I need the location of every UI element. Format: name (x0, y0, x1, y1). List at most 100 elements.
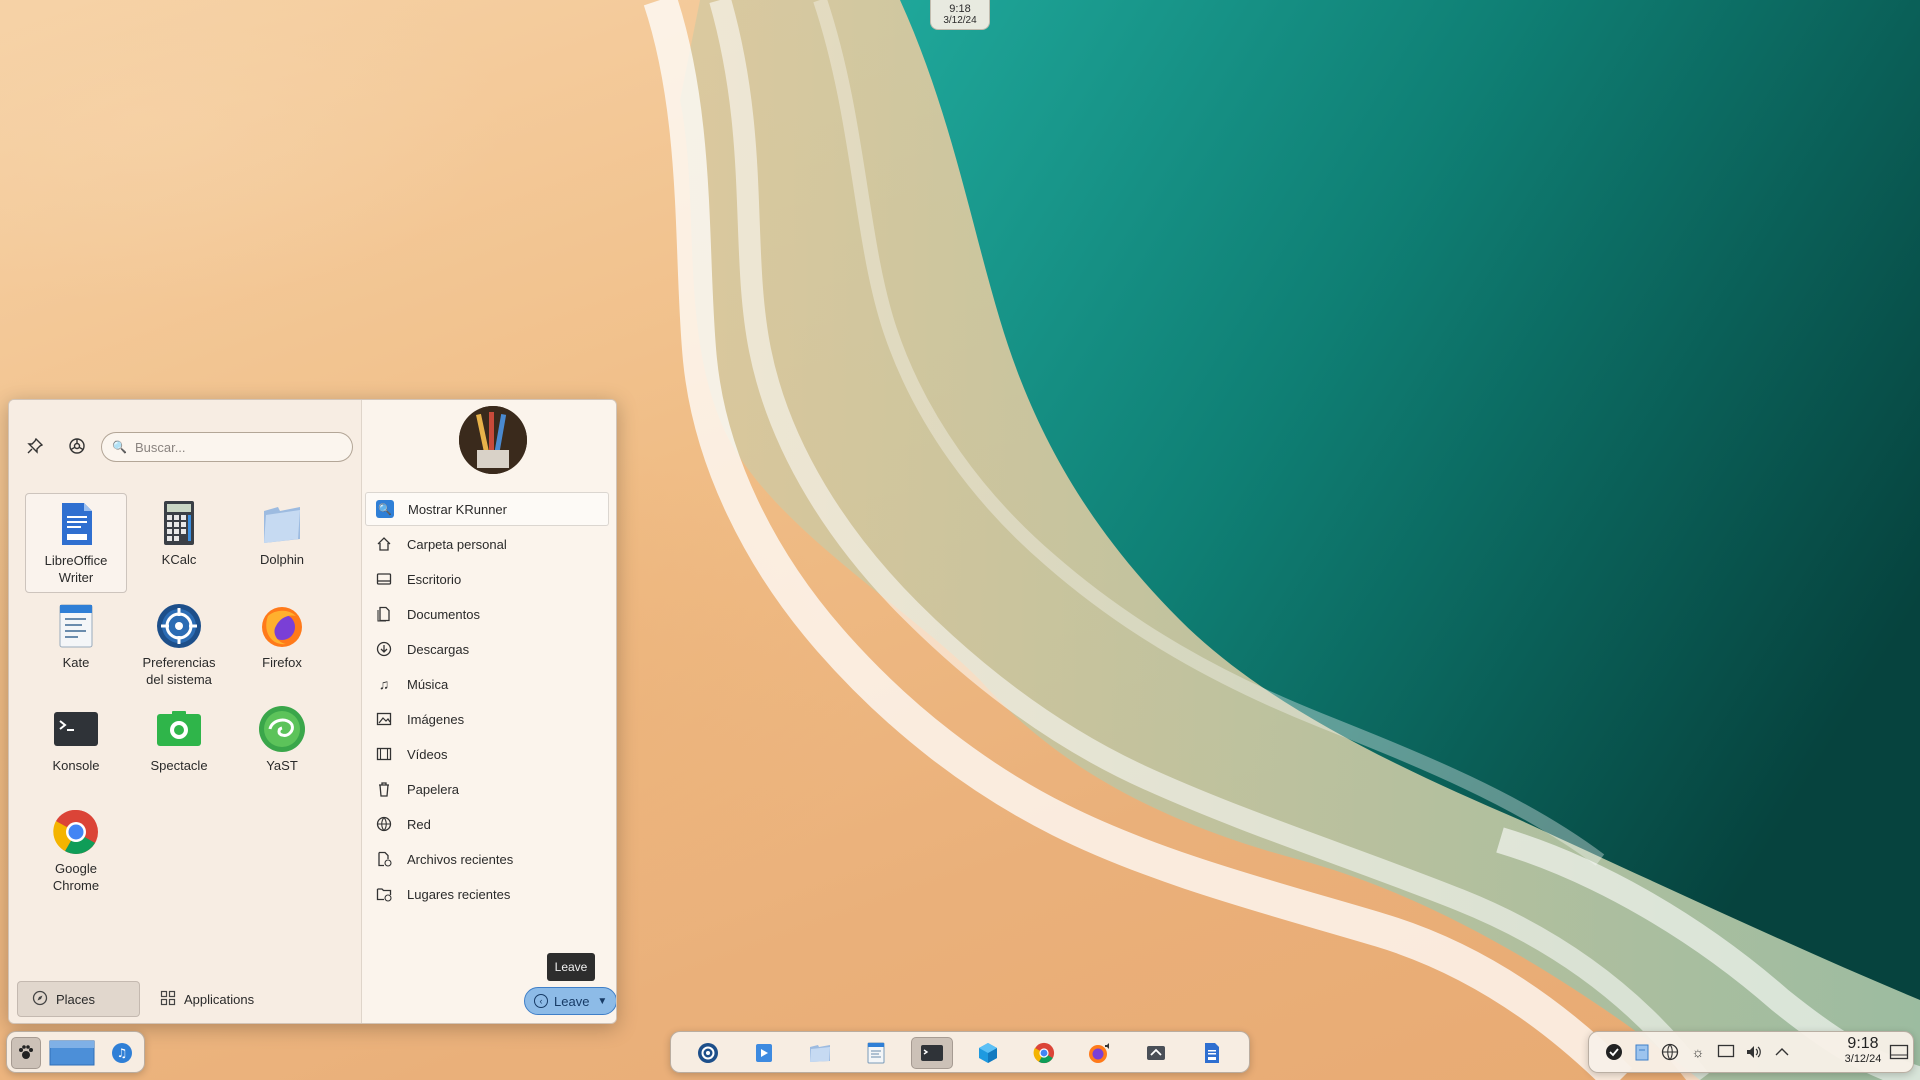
pager-widget[interactable] (47, 1037, 97, 1069)
tab-places[interactable]: Places (17, 981, 140, 1017)
leave-button[interactable]: ‹ Leave ▼ (524, 987, 616, 1015)
svg-text:♫: ♫ (117, 1046, 128, 1060)
app-label: Kate (62, 655, 90, 670)
downloads-icon (375, 640, 393, 658)
task-virtualbox[interactable] (967, 1037, 1009, 1069)
app-firefox[interactable]: Firefox (231, 596, 333, 696)
libreoffice-writer-icon (1205, 1043, 1219, 1063)
display-icon[interactable] (1715, 1041, 1737, 1063)
chrome-icon (1033, 1042, 1055, 1064)
app-label: Preferencias del sistema (142, 655, 216, 687)
pin-icon[interactable] (21, 432, 49, 460)
place-home[interactable]: Carpeta personal (365, 527, 609, 561)
app-libreoffice-writer[interactable]: LibreOffice Writer (25, 493, 127, 593)
search-field[interactable]: 🔍 (101, 432, 353, 462)
app-konsole[interactable]: Konsole (25, 699, 127, 799)
volume-icon[interactable] (1743, 1041, 1765, 1063)
place-pictures[interactable]: Imágenes (365, 702, 609, 736)
place-label: Lugares recientes (407, 886, 511, 902)
task-libreoffice-writer[interactable] (1191, 1037, 1233, 1069)
place-downloads[interactable]: Descargas (365, 632, 609, 666)
leave-tooltip: Leave (547, 953, 595, 981)
app-kcalc[interactable]: KCalc (128, 493, 230, 593)
tab-applications[interactable]: Applications (146, 981, 266, 1017)
task-kate[interactable] (855, 1037, 897, 1069)
home-icon (375, 535, 393, 553)
clock-date: 3/12/24 (1844, 1053, 1882, 1065)
place-music[interactable]: ♫ Música (365, 667, 609, 701)
chevron-down-icon: ▼ (597, 995, 608, 1007)
compass-icon (32, 990, 48, 1009)
system-settings-icon (155, 602, 203, 650)
place-network[interactable]: Red (365, 807, 609, 841)
show-desktop-icon[interactable] (1887, 1041, 1911, 1063)
system-clock[interactable]: 9:18 3/12/24 (1833, 1035, 1893, 1066)
place-label: Vídeos (407, 746, 448, 762)
place-desktop[interactable]: Escritorio (365, 562, 609, 596)
place-documents[interactable]: Documentos (365, 597, 609, 631)
app-label: Konsole (52, 758, 100, 773)
top-clock-time: 9:18 (949, 3, 971, 15)
app-label: Google Chrome (52, 861, 100, 893)
place-label: Escritorio (407, 571, 462, 587)
dolphin-icon (258, 499, 306, 547)
discover-icon (756, 1044, 772, 1062)
place-trash[interactable]: Papelera (365, 772, 609, 806)
konsole-icon (921, 1045, 943, 1061)
task-google-chrome[interactable] (1023, 1037, 1065, 1069)
left-panel: ♫ (6, 1031, 145, 1073)
task-vaultkeeper[interactable] (1135, 1037, 1177, 1069)
task-konsole[interactable] (911, 1037, 953, 1069)
grid-icon (160, 990, 176, 1009)
task-dolphin[interactable] (799, 1037, 841, 1069)
network-icon[interactable] (1659, 1041, 1681, 1063)
music-player-icon: ♫ (112, 1043, 132, 1063)
app-spectacle[interactable]: Spectacle (128, 699, 230, 799)
launcher-button[interactable] (11, 1037, 41, 1069)
network-icon (375, 815, 393, 833)
user-avatar[interactable] (459, 406, 527, 474)
pictures-icon (375, 710, 393, 728)
konsole-icon (52, 705, 100, 753)
clock-time: 9:18 (1847, 1035, 1879, 1052)
task-discover[interactable] (743, 1037, 785, 1069)
place-label: Papelera (407, 781, 460, 797)
videos-icon (375, 745, 393, 763)
launcher-apps-pane: 🔍 LibreOffice Writer KCalc D (9, 400, 361, 1023)
task-manager-panel (670, 1031, 1250, 1073)
top-clock-widget[interactable]: 9:18 3/12/24 (930, 0, 990, 30)
app-label: Firefox (262, 655, 302, 670)
system-settings-icon (698, 1043, 718, 1063)
app-kate[interactable]: Kate (25, 596, 127, 696)
place-recent-places[interactable]: Lugares recientes (365, 877, 609, 911)
kcalc-icon (155, 499, 203, 547)
configure-icon[interactable] (63, 432, 91, 460)
clipboard-icon[interactable] (1631, 1041, 1653, 1063)
search-input[interactable] (134, 439, 335, 455)
app-icon (1147, 1046, 1165, 1060)
leave-icon: ‹ (534, 994, 548, 1008)
paw-icon (19, 1045, 33, 1059)
recent-files-icon (375, 850, 393, 868)
chevron-up-icon[interactable] (1771, 1041, 1793, 1063)
brightness-icon[interactable]: ☼ (1687, 1041, 1709, 1063)
place-recent-files[interactable]: Archivos recientes (365, 842, 609, 876)
kate-icon (52, 602, 100, 650)
place-label: Carpeta personal (407, 536, 507, 552)
place-videos[interactable]: Vídeos (365, 737, 609, 771)
app-system-settings[interactable]: Preferencias del sistema (128, 596, 230, 696)
task-firefox[interactable] (1079, 1037, 1121, 1069)
app-dolphin[interactable]: Dolphin (231, 493, 333, 593)
dolphin-icon (810, 1045, 830, 1062)
krunner-icon: 🔍 (376, 500, 394, 518)
desktop-icon (375, 570, 393, 588)
app-label: KCalc (161, 552, 197, 567)
task-system-settings[interactable] (687, 1037, 729, 1069)
update-check-icon[interactable] (1603, 1041, 1625, 1063)
place-show-krunner[interactable]: 🔍 Mostrar KRunner (365, 492, 609, 526)
place-label: Descargas (407, 641, 470, 657)
cube-icon (979, 1043, 997, 1063)
app-yast[interactable]: YaST (231, 699, 333, 799)
app-google-chrome[interactable]: Google Chrome (25, 802, 127, 902)
task-music-player[interactable]: ♫ (105, 1037, 139, 1069)
